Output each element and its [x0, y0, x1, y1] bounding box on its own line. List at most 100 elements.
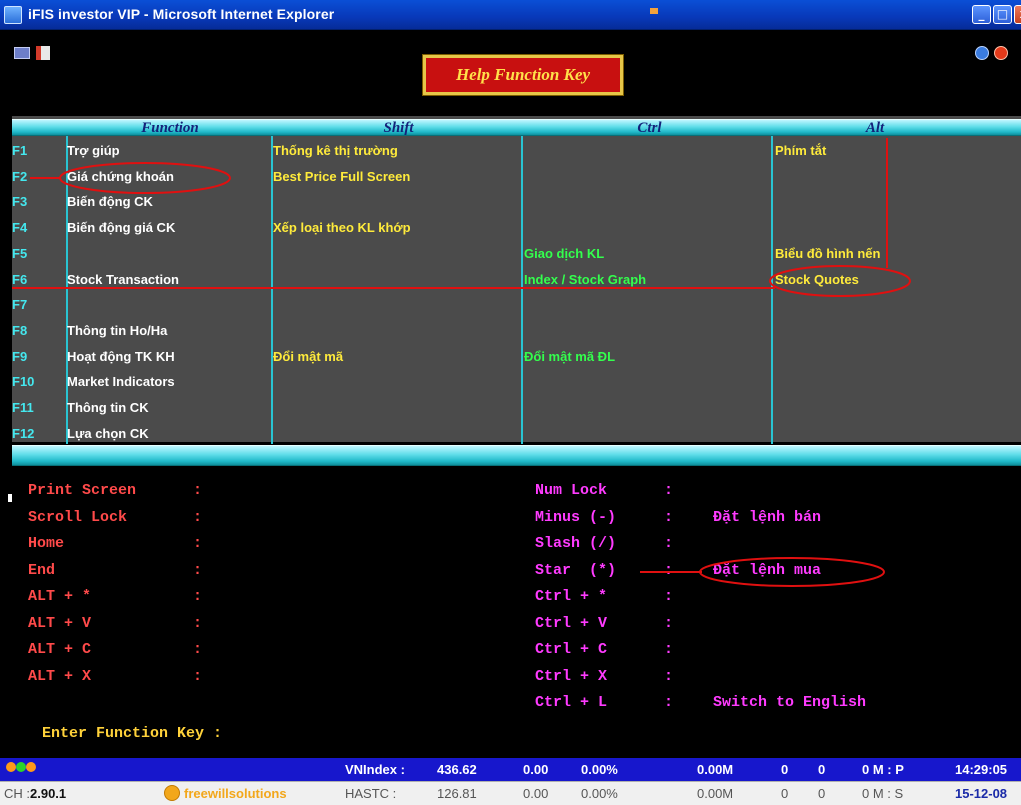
function-cell[interactable]: Lựa chọn CK [67, 426, 149, 441]
minimize-button[interactable]: _ [972, 5, 991, 24]
header-ctrl: Ctrl [637, 120, 662, 136]
table-row[interactable]: F2 Giá chứng khoán Best Price Full Screen [12, 165, 1021, 191]
info-icon[interactable] [975, 46, 989, 60]
print-icon[interactable] [36, 46, 50, 60]
fkey-label: F11 [12, 400, 34, 415]
maximize-button[interactable]: □ [993, 5, 1012, 24]
window-title: iFIS investor VIP - Microsoft Internet E… [28, 6, 335, 22]
title-marker [650, 8, 658, 14]
shortcut-colon: : [193, 641, 203, 658]
ctrl-cell[interactable]: Index / Stock Graph [524, 272, 646, 287]
table-row[interactable]: F9 Hoạt động TK KH Đổi mật mã Đổi mật mã ĐL [12, 345, 1021, 371]
shortcut-colon: : [193, 535, 203, 552]
shortcut-action: Switch to English [713, 694, 867, 711]
shortcut-colon: : [664, 508, 674, 526]
fkey-label: F5 [12, 245, 28, 261]
shortcut-colon: : [664, 667, 674, 685]
status-dot [6, 762, 16, 772]
version-label: CH : [4, 786, 30, 801]
shift-cell[interactable]: Đổi mật mã [273, 349, 343, 364]
function-cell[interactable]: Giá chứng khoán [67, 169, 174, 184]
shortcut-colon: : [193, 614, 203, 632]
freewill-logo-text: freewillsolutions [184, 786, 287, 801]
status-dot [26, 762, 36, 772]
shift-cell[interactable]: Thống kê thị trường [273, 143, 398, 158]
function-cell[interactable]: Biến động giá CK [67, 220, 175, 235]
help-function-key-button[interactable]: Help Function Key [422, 54, 624, 96]
function-cell[interactable]: Thông tin CK [67, 400, 149, 415]
shortcut-key: ALT + V [28, 614, 92, 632]
shift-cell[interactable]: Best Price Full Screen [273, 169, 410, 184]
fkey-label: F12 [12, 425, 35, 441]
table-row[interactable]: F11 Thông tin CK [12, 396, 1021, 422]
shortcut-colon: : [664, 561, 674, 579]
header-shift: Shift [383, 120, 414, 136]
hastc-n2: 0 [818, 786, 826, 801]
shortcut-action: Đặt lệnh mua [713, 561, 822, 579]
vnindex-mode: 0 M : P [862, 762, 904, 777]
close-app-icon[interactable] [994, 46, 1008, 60]
hastc-value: 126.81 [437, 786, 477, 801]
ie-icon [4, 6, 22, 24]
enter-function-key-prompt[interactable]: Enter Function Key : [42, 725, 222, 742]
table-row[interactable]: F8 Thông tin Ho/Ha [12, 319, 1021, 345]
shortcut-colon: : [193, 508, 203, 526]
table-row[interactable]: F1 Trợ giúp Thống kê thị trường Phím tắt [12, 139, 1021, 165]
function-cell[interactable]: Hoạt động TK KH [67, 349, 175, 364]
header-alt: Alt [865, 120, 885, 136]
vnindex-value: 436.62 [437, 762, 477, 777]
hastc-mode: 0 M : S [862, 786, 904, 801]
monitor-icon[interactable] [14, 47, 30, 59]
alt-cell[interactable]: Stock Quotes [775, 272, 859, 287]
ctrl-cell[interactable]: Giao dịch KL [524, 246, 604, 261]
alt-cell[interactable]: Biểu đồ hình nến [775, 246, 880, 261]
shortcut-colon: : [193, 482, 203, 499]
fkey-label: F1 [12, 143, 28, 158]
shortcut-key: Slash (/) [535, 535, 617, 552]
vnindex-n1: 0 [781, 762, 789, 777]
shift-cell[interactable]: Xếp loại theo KL khớp [273, 220, 411, 235]
shortcut-colon: : [664, 641, 674, 658]
function-cell[interactable]: Stock Transaction [67, 272, 179, 287]
function-cell[interactable]: Market Indicators [67, 374, 175, 389]
shortcut-key: End [28, 561, 56, 579]
table-row[interactable]: F12 Lựa chọn CK [12, 422, 1021, 448]
table-row[interactable]: F3 Biến động CK [12, 190, 1021, 216]
close-button[interactable]: x [1014, 5, 1021, 24]
table-row[interactable]: F5 Giao dịch KL Biểu đồ hình nến [12, 242, 1021, 268]
table-row[interactable]: F10 Market Indicators [12, 370, 1021, 396]
fkey-label: F7 [12, 297, 28, 313]
window-title-bar[interactable]: iFIS investor VIP - Microsoft Internet E… [0, 0, 1021, 30]
fkey-label: F10 [12, 374, 35, 390]
shortcut-key: ALT + X [28, 667, 92, 685]
hastc-label: HASTC : [345, 786, 397, 801]
cursor-marker [8, 494, 12, 502]
shortcut-colon: : [664, 535, 674, 552]
ctrl-cell[interactable]: Đổi mật mã ĐL [524, 349, 615, 364]
fkey-label: F6 [12, 271, 28, 287]
function-cell[interactable]: Thông tin Ho/Ha [67, 323, 167, 338]
shortcut-colon: : [664, 694, 674, 711]
freewill-logo-icon [164, 785, 180, 801]
table-row[interactable]: F7 [12, 293, 1021, 319]
hastc-n1: 0 [781, 786, 789, 801]
status-dot [16, 762, 26, 772]
table-row[interactable]: F4 Biến động giá CK Xếp loại theo KL khớp [12, 216, 1021, 242]
function-cell[interactable]: Biến động CK [67, 194, 153, 209]
shortcut-keys-panel [12, 468, 1021, 750]
shortcut-key: Ctrl + X [535, 667, 608, 685]
shortcut-key: Minus (-) [535, 508, 617, 526]
fkey-label: F9 [12, 348, 28, 364]
vnindex-label: VNIndex : [345, 762, 405, 777]
header-function: Function [141, 120, 199, 136]
shortcut-colon: : [193, 588, 203, 605]
shortcut-colon: : [193, 667, 203, 685]
alt-cell[interactable]: Phím tắt [775, 143, 826, 158]
function-cell[interactable]: Trợ giúp [67, 143, 120, 158]
hastc-change: 0.00 [523, 786, 549, 801]
shortcut-key: ALT + * [28, 588, 92, 605]
fkey-label: F4 [12, 220, 28, 236]
shortcut-key: Ctrl + L [535, 694, 608, 711]
shortcut-key: Star (*) [535, 561, 617, 579]
table-row[interactable]: F6 Stock Transaction Index / Stock Graph St… [12, 268, 1021, 294]
